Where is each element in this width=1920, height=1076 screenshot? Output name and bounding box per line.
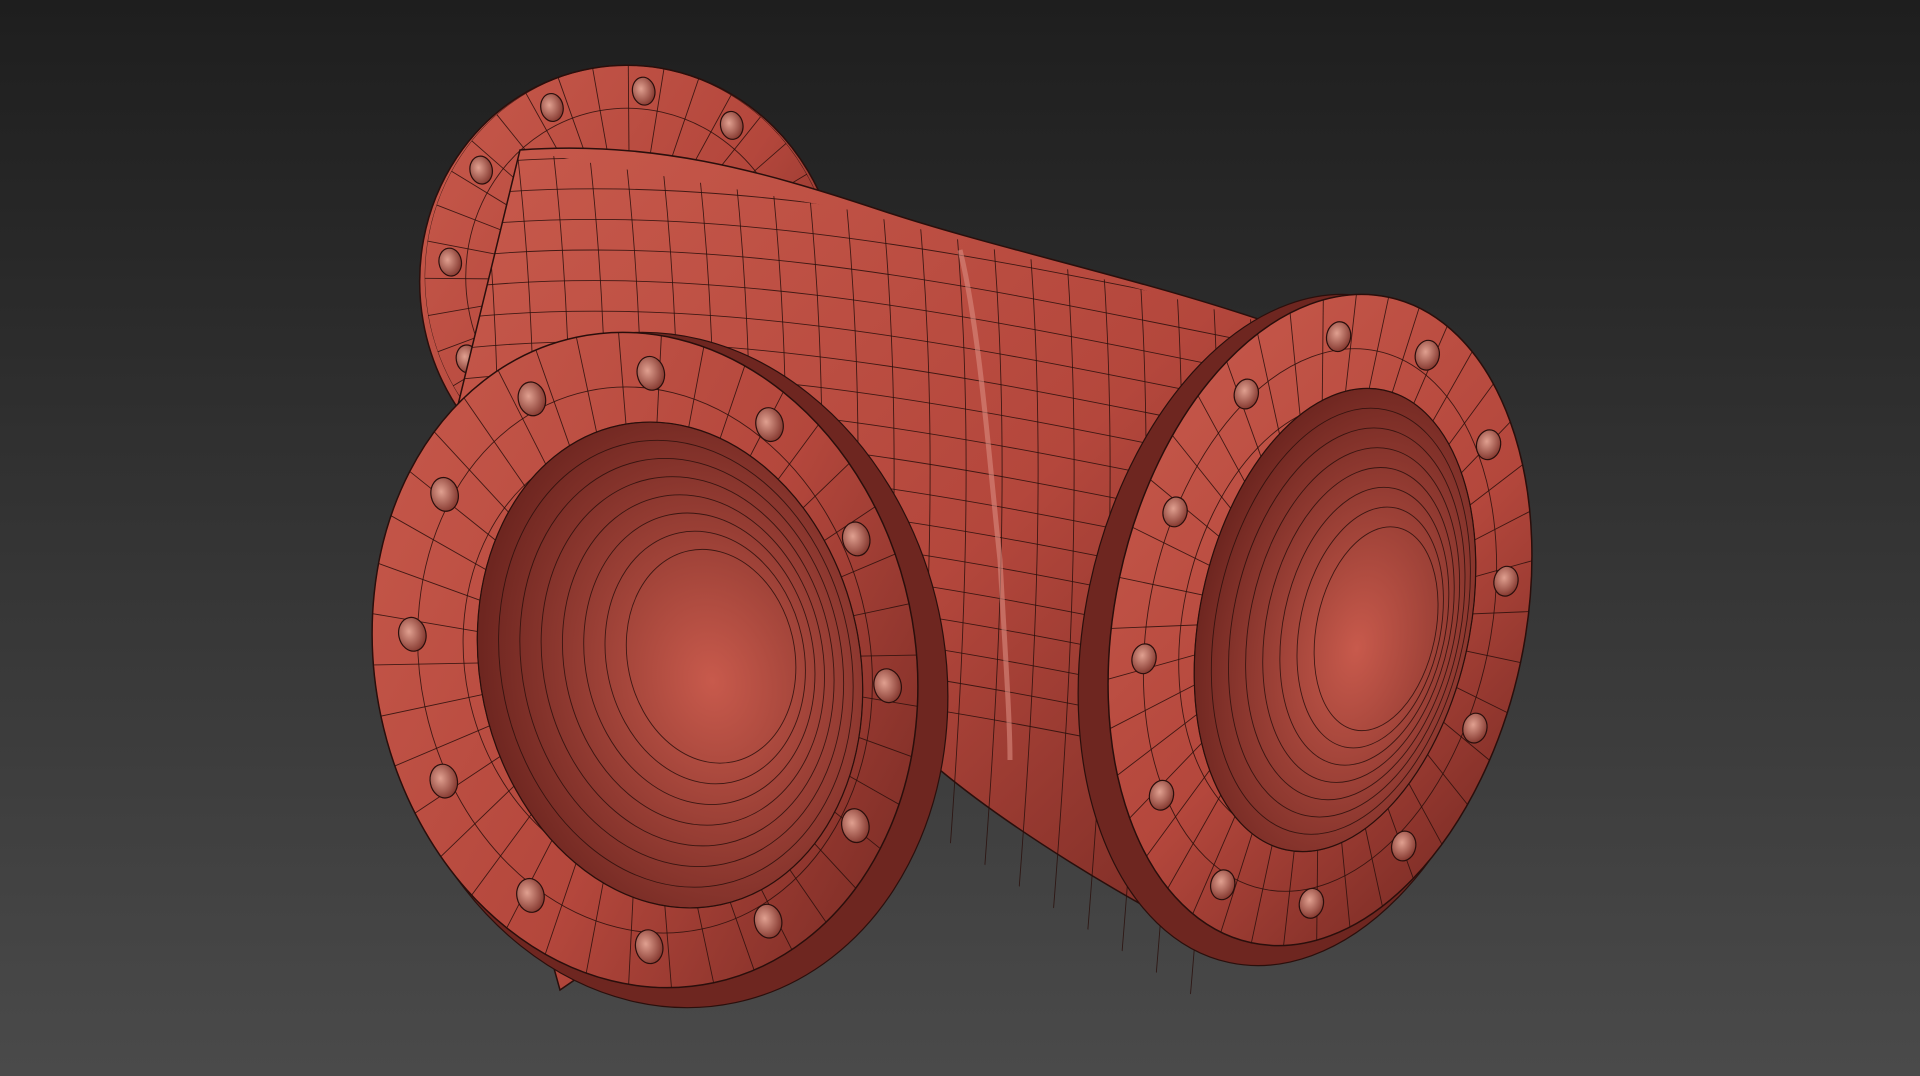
viewport-canvas[interactable]: .body { fill: url(#bodyGrad); stroke: #2… — [0, 0, 1920, 1076]
3d-viewport[interactable]: .body { fill: url(#bodyGrad); stroke: #2… — [0, 0, 1920, 1076]
